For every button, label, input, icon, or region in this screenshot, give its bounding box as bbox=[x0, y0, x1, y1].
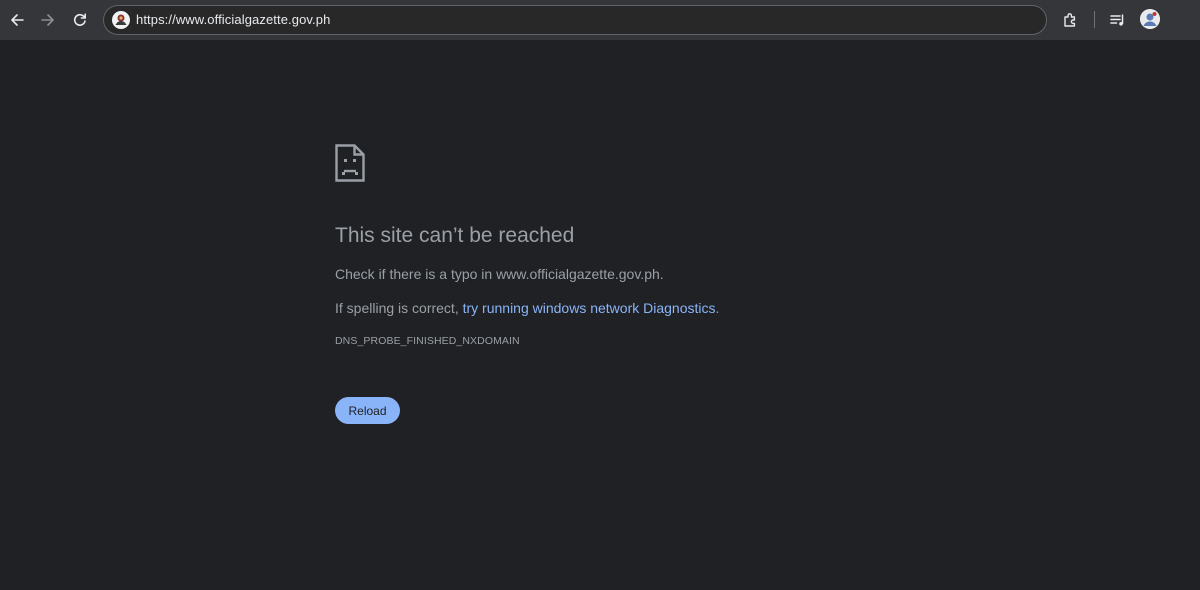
spelling-hint-suffix: . bbox=[715, 300, 720, 316]
url-text[interactable]: https://www.officialgazette.gov.ph bbox=[136, 12, 330, 27]
arrow-right-icon bbox=[41, 14, 54, 26]
avatar-icon bbox=[1140, 9, 1160, 29]
refresh-icon bbox=[73, 13, 86, 26]
reload-page-button[interactable] bbox=[64, 4, 96, 36]
back-button[interactable] bbox=[1, 4, 33, 36]
reload-button[interactable]: Reload bbox=[335, 397, 400, 424]
site-favicon-icon[interactable] bbox=[112, 11, 130, 29]
network-diagnostics-link[interactable]: try running windows network Diagnostics bbox=[463, 300, 716, 316]
extensions-button[interactable] bbox=[1057, 6, 1085, 34]
puzzle-icon bbox=[1064, 13, 1076, 27]
toolbar-divider bbox=[1094, 11, 1095, 28]
media-controls-button[interactable] bbox=[1104, 6, 1132, 34]
queue-music-icon bbox=[1110, 14, 1124, 26]
browser-toolbar: https://www.officialgazette.gov.ph bbox=[0, 0, 1200, 40]
error-title: This site can’t be reached bbox=[335, 224, 575, 247]
spelling-hint: If spelling is correct, try running wind… bbox=[335, 300, 719, 316]
forward-button[interactable] bbox=[32, 4, 64, 36]
profile-avatar[interactable] bbox=[1140, 9, 1160, 29]
typo-hint: Check if there is a typo in www.official… bbox=[335, 266, 664, 282]
sad-page-icon bbox=[335, 144, 365, 182]
arrow-left-icon bbox=[11, 14, 24, 26]
error-code: DNS_PROBE_FINISHED_NXDOMAIN bbox=[335, 335, 520, 347]
address-bar[interactable]: https://www.officialgazette.gov.ph bbox=[103, 5, 1047, 35]
spelling-hint-prefix: If spelling is correct, bbox=[335, 300, 463, 316]
